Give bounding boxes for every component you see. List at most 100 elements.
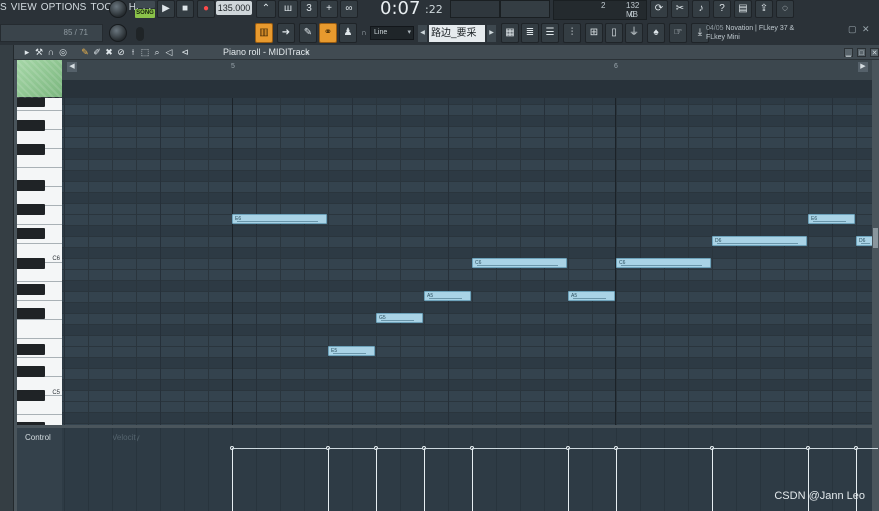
mute-tool-icon[interactable]: ⊘ [116, 47, 126, 57]
menu-arrow-icon[interactable]: ▸ [22, 47, 32, 57]
countdown-button[interactable]: 3 [300, 0, 318, 18]
target-icon[interactable]: ◎ [58, 47, 68, 57]
scroll-left-button[interactable]: ◀ [67, 62, 77, 72]
pattern-selector[interactable] [500, 0, 550, 18]
black-key[interactable] [17, 284, 45, 295]
zoom-icon[interactable]: ⌕ [152, 47, 162, 57]
black-key[interactable] [17, 144, 45, 155]
note-d6[interactable]: D6 [712, 236, 807, 246]
velocity-stem[interactable] [424, 448, 425, 511]
velocity-stem[interactable] [376, 448, 377, 511]
note-e6[interactable]: E6 [232, 214, 327, 224]
select-icon[interactable]: ⬚ [140, 47, 150, 57]
note-g5[interactable]: G5 [376, 313, 423, 323]
save-button[interactable]: ▤ [734, 0, 752, 18]
master-volume-knob[interactable] [109, 0, 127, 18]
pattern-mode-toggle[interactable] [135, 1, 155, 8]
black-key[interactable] [17, 344, 45, 355]
wrench-icon[interactable]: ⚒ [34, 47, 44, 57]
paint-icon[interactable]: ✐ [92, 47, 102, 57]
wait-input-button[interactable]: ш [278, 0, 298, 18]
online-button[interactable]: ⟳ [650, 0, 668, 18]
project-button[interactable]: ▯ [605, 23, 623, 43]
note-e6[interactable]: E6 [808, 214, 855, 224]
channel-rack-button[interactable]: ☰ [541, 23, 559, 43]
black-key[interactable] [17, 258, 45, 269]
note-d6[interactable]: D6 [856, 236, 872, 246]
piano-roll-view-button[interactable]: ▥ [255, 23, 273, 43]
tempo-display[interactable]: 135.000 [216, 1, 252, 15]
black-key[interactable] [17, 204, 45, 215]
record-button[interactable]: ● [197, 0, 215, 18]
menu-item-s[interactable]: S [0, 2, 7, 13]
mic-button[interactable]: ♪ [692, 0, 710, 18]
close-button[interactable]: ✕ [870, 48, 879, 57]
loop-record-button[interactable]: ∞ [340, 0, 358, 18]
velocity-stem[interactable] [232, 448, 233, 511]
black-key[interactable] [17, 120, 45, 131]
black-key[interactable] [17, 228, 45, 239]
next-pattern-button[interactable]: ▶ [487, 25, 496, 42]
delete-tool-icon[interactable]: ✖ [104, 47, 114, 57]
playback-icon[interactable]: ⊲ [180, 47, 190, 57]
velocity-stem[interactable] [616, 448, 617, 511]
stop-button[interactable]: ■ [176, 0, 194, 18]
note-c6[interactable]: C6 [616, 258, 711, 268]
play-button[interactable]: ▶ [157, 0, 175, 18]
arrow-tool-button[interactable]: ➜ [277, 23, 295, 43]
menu-item-options[interactable]: OPTIONS [41, 2, 87, 13]
speaker-icon[interactable]: ◁ [164, 47, 174, 57]
vertical-scrollbar[interactable] [872, 98, 879, 425]
time-display[interactable]: 0:07 :22 [360, 0, 448, 20]
playlist-button[interactable]: ▦ [501, 23, 519, 43]
pitch-slider[interactable] [136, 27, 144, 41]
slice-icon[interactable]: ⟊ [128, 47, 138, 57]
step-edit-button[interactable]: + [320, 0, 338, 18]
link-button[interactable]: ⚭ [319, 23, 337, 43]
velocity-stem[interactable] [568, 448, 569, 511]
piano-roll-button[interactable]: ≣ [521, 23, 539, 43]
note-grid[interactable]: E6 E5 G5 A5 C6 A5 C6 D6 E6 D6 [62, 98, 872, 425]
timeline-strip[interactable] [62, 80, 872, 98]
snap-select[interactable]: Line ▾ [370, 26, 414, 40]
export-button[interactable]: ⇪ [755, 0, 773, 18]
black-key[interactable] [17, 390, 45, 401]
metronome-button[interactable]: ⌃ [256, 0, 276, 18]
pencil-icon[interactable]: ✎ [80, 47, 90, 57]
black-key[interactable] [17, 180, 45, 191]
white-key[interactable] [17, 320, 62, 339]
mixer-button[interactable]: ⫶ [563, 23, 581, 43]
black-key[interactable] [17, 422, 45, 425]
close-main-button[interactable]: ✕ [862, 24, 870, 35]
note-c6[interactable]: C6 [472, 258, 567, 268]
note-a5[interactable]: A5 [568, 291, 615, 301]
black-key[interactable] [17, 366, 45, 377]
velocity-stem[interactable] [472, 448, 473, 511]
song-title-field[interactable]: 路边_要采 [429, 25, 485, 42]
minimize-main-button[interactable]: ▢ [848, 24, 857, 35]
timeline-ruler[interactable] [62, 60, 872, 80]
browser-button[interactable]: ⊞ [585, 23, 603, 43]
pencil-tool-button[interactable]: ✎ [299, 23, 317, 43]
piano-keyboard[interactable]: C6 C5 [17, 98, 62, 425]
velocity-lane[interactable]: Velocity [62, 428, 878, 511]
maximize-button[interactable]: □ [857, 48, 866, 57]
note-a5[interactable]: A5 [424, 291, 471, 301]
song-mode-badge[interactable]: SONG [135, 9, 155, 18]
chat-button[interactable]: ◌ [776, 0, 794, 18]
cut-tool-button[interactable]: ✂ [671, 0, 689, 18]
help-button[interactable]: ? [713, 0, 731, 18]
plugin-button[interactable]: ⏚ [625, 23, 643, 43]
title-chevron-icon[interactable]: › [306, 47, 309, 57]
touch-keyboard-button[interactable]: ☞ [669, 23, 687, 43]
velocity-stem[interactable] [328, 448, 329, 511]
scroll-right-button[interactable]: ▶ [858, 62, 868, 72]
master-pitch-knob[interactable] [109, 24, 127, 42]
black-key[interactable] [17, 98, 45, 107]
menu-item-view[interactable]: VIEW [11, 2, 37, 13]
prev-pattern-button[interactable]: ◀ [418, 25, 427, 42]
velocity-stem[interactable] [712, 448, 713, 511]
note-e5[interactable]: E5 [328, 346, 375, 356]
tempo-tap-button[interactable]: ♠ [647, 23, 665, 43]
black-key[interactable] [17, 308, 45, 319]
